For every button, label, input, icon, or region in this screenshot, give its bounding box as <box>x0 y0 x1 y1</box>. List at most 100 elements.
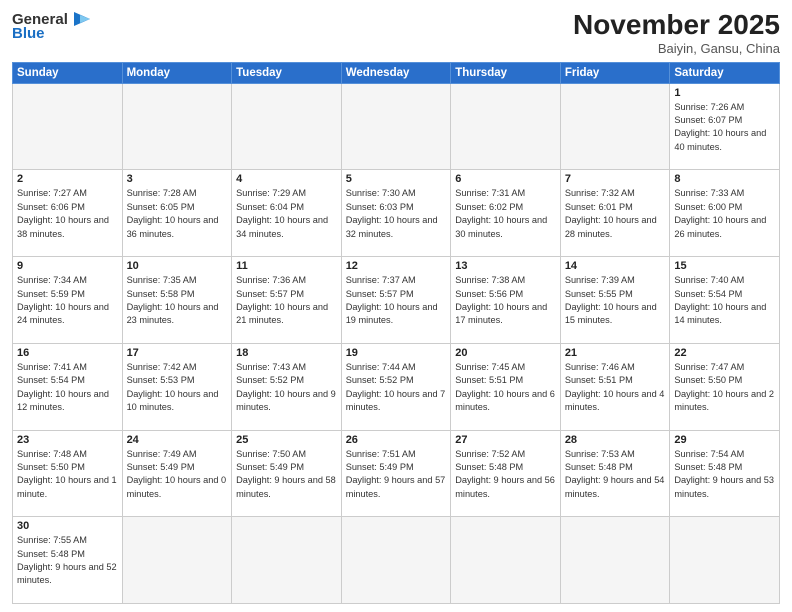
day-number: 22 <box>674 347 775 359</box>
day-number: 28 <box>565 434 666 446</box>
calendar-cell-25: 20 Sunrise: 7:45 AM Sunset: 5:51 PM Dayli… <box>451 343 561 430</box>
header-sunday: Sunday <box>13 62 123 83</box>
calendar-row-4: 23Sunrise: 7:48 AM Sunset: 5:50 PM Dayli… <box>13 430 780 517</box>
day-number: 5 <box>346 173 447 185</box>
day-info: Sunrise: 7:33 AM Sunset: 6:00 PM Dayligh… <box>674 187 775 240</box>
calendar-cell-13: 8 Sunrise: 7:33 AM Sunset: 6:00 PM Daylig… <box>670 170 780 257</box>
calendar-cell-27: 22 Sunrise: 7:47 AM Sunset: 5:50 PM Dayli… <box>670 343 780 430</box>
title-area: November 2025 Baiyin, Gansu, China <box>573 10 780 56</box>
day-info: Sunrise: 7:29 AM Sunset: 6:04 PM Dayligh… <box>236 187 337 240</box>
day-number: 8 <box>674 173 775 185</box>
calendar-row-2: 9 Sunrise: 7:34 AM Sunset: 5:59 PM Daylig… <box>13 257 780 344</box>
day-info: Sunrise: 7:54 AM Sunset: 5:48 PM Dayligh… <box>674 448 775 501</box>
day-info: Sunrise: 7:49 AM Sunset: 5:49 PM Dayligh… <box>127 448 228 501</box>
calendar-cell-40 <box>560 517 670 604</box>
calendar-row-0: 1 Sunrise: 7:26 AM Sunset: 6:07 PM Daylig… <box>13 83 780 170</box>
day-number: 29 <box>674 434 775 446</box>
header-friday: Friday <box>560 62 670 83</box>
day-number: 17 <box>127 347 228 359</box>
calendar-row-3: 16Sunrise: 7:41 AM Sunset: 5:54 PM Dayli… <box>13 343 780 430</box>
calendar-cell-12: 7 Sunrise: 7:32 AM Sunset: 6:01 PM Daylig… <box>560 170 670 257</box>
day-info: Sunrise: 7:50 AM Sunset: 5:49 PM Dayligh… <box>236 448 337 501</box>
day-info: Sunrise: 7:46 AM Sunset: 5:51 PM Dayligh… <box>565 361 666 414</box>
day-number: 9 <box>17 260 118 272</box>
calendar-cell-23: 18Sunrise: 7:43 AM Sunset: 5:52 PM Dayli… <box>232 343 342 430</box>
day-number: 26 <box>346 434 447 446</box>
calendar-cell-18: 13 Sunrise: 7:38 AM Sunset: 5:56 PM Dayli… <box>451 257 561 344</box>
calendar-cell-32: 27 Sunrise: 7:52 AM Sunset: 5:48 PM Dayli… <box>451 430 561 517</box>
day-info: Sunrise: 7:47 AM Sunset: 5:50 PM Dayligh… <box>674 361 775 414</box>
day-info: Sunrise: 7:45 AM Sunset: 5:51 PM Dayligh… <box>455 361 556 414</box>
month-title: November 2025 <box>573 10 780 41</box>
calendar-cell-29: 24 Sunrise: 7:49 AM Sunset: 5:49 PM Dayli… <box>122 430 232 517</box>
calendar: Sunday Monday Tuesday Wednesday Thursday… <box>12 62 780 604</box>
day-info: Sunrise: 7:37 AM Sunset: 5:57 PM Dayligh… <box>346 274 447 327</box>
day-number: 11 <box>236 260 337 272</box>
logo: General Blue <box>12 10 92 42</box>
header: General Blue November 2025 Baiyin, Gansu… <box>12 10 780 56</box>
day-info: Sunrise: 7:42 AM Sunset: 5:53 PM Dayligh… <box>127 361 228 414</box>
header-monday: Monday <box>122 62 232 83</box>
day-info: Sunrise: 7:52 AM Sunset: 5:48 PM Dayligh… <box>455 448 556 501</box>
day-info: Sunrise: 7:31 AM Sunset: 6:02 PM Dayligh… <box>455 187 556 240</box>
day-info: Sunrise: 7:51 AM Sunset: 5:49 PM Dayligh… <box>346 448 447 501</box>
calendar-cell-1 <box>122 83 232 170</box>
calendar-cell-9: 4Sunrise: 7:29 AM Sunset: 6:04 PM Daylig… <box>232 170 342 257</box>
calendar-cell-26: 21Sunrise: 7:46 AM Sunset: 5:51 PM Dayli… <box>560 343 670 430</box>
day-info: Sunrise: 7:39 AM Sunset: 5:55 PM Dayligh… <box>565 274 666 327</box>
header-saturday: Saturday <box>670 62 780 83</box>
day-number: 2 <box>17 173 118 185</box>
day-number: 23 <box>17 434 118 446</box>
calendar-cell-4 <box>451 83 561 170</box>
day-info: Sunrise: 7:28 AM Sunset: 6:05 PM Dayligh… <box>127 187 228 240</box>
calendar-cell-33: 28Sunrise: 7:53 AM Sunset: 5:48 PM Dayli… <box>560 430 670 517</box>
logo-blue: Blue <box>12 25 45 42</box>
day-info: Sunrise: 7:30 AM Sunset: 6:03 PM Dayligh… <box>346 187 447 240</box>
day-number: 19 <box>346 347 447 359</box>
day-number: 10 <box>127 260 228 272</box>
calendar-cell-21: 16Sunrise: 7:41 AM Sunset: 5:54 PM Dayli… <box>13 343 123 430</box>
calendar-cell-28: 23Sunrise: 7:48 AM Sunset: 5:50 PM Dayli… <box>13 430 123 517</box>
day-number: 1 <box>674 87 775 99</box>
day-info: Sunrise: 7:43 AM Sunset: 5:52 PM Dayligh… <box>236 361 337 414</box>
header-thursday: Thursday <box>451 62 561 83</box>
weekday-header-row: Sunday Monday Tuesday Wednesday Thursday… <box>13 62 780 83</box>
calendar-cell-31: 26 Sunrise: 7:51 AM Sunset: 5:49 PM Dayli… <box>341 430 451 517</box>
day-info: Sunrise: 7:41 AM Sunset: 5:54 PM Dayligh… <box>17 361 118 414</box>
calendar-cell-24: 19 Sunrise: 7:44 AM Sunset: 5:52 PM Dayli… <box>341 343 451 430</box>
day-info: Sunrise: 7:26 AM Sunset: 6:07 PM Dayligh… <box>674 101 775 154</box>
day-number: 6 <box>455 173 556 185</box>
calendar-cell-11: 6 Sunrise: 7:31 AM Sunset: 6:02 PM Daylig… <box>451 170 561 257</box>
day-number: 3 <box>127 173 228 185</box>
day-info: Sunrise: 7:32 AM Sunset: 6:01 PM Dayligh… <box>565 187 666 240</box>
calendar-cell-20: 15 Sunrise: 7:40 AM Sunset: 5:54 PM Dayli… <box>670 257 780 344</box>
calendar-cell-17: 12Sunrise: 7:37 AM Sunset: 5:57 PM Dayli… <box>341 257 451 344</box>
day-number: 24 <box>127 434 228 446</box>
calendar-cell-34: 29 Sunrise: 7:54 AM Sunset: 5:48 PM Dayli… <box>670 430 780 517</box>
day-number: 27 <box>455 434 556 446</box>
day-number: 20 <box>455 347 556 359</box>
calendar-cell-5 <box>560 83 670 170</box>
day-number: 15 <box>674 260 775 272</box>
header-tuesday: Tuesday <box>232 62 342 83</box>
logo-bird-icon <box>70 10 92 28</box>
day-info: Sunrise: 7:36 AM Sunset: 5:57 PM Dayligh… <box>236 274 337 327</box>
day-info: Sunrise: 7:34 AM Sunset: 5:59 PM Dayligh… <box>17 274 118 327</box>
calendar-cell-37 <box>232 517 342 604</box>
day-info: Sunrise: 7:38 AM Sunset: 5:56 PM Dayligh… <box>455 274 556 327</box>
day-info: Sunrise: 7:40 AM Sunset: 5:54 PM Dayligh… <box>674 274 775 327</box>
day-info: Sunrise: 7:55 AM Sunset: 5:48 PM Dayligh… <box>17 534 118 587</box>
calendar-cell-0 <box>13 83 123 170</box>
calendar-cell-19: 14Sunrise: 7:39 AM Sunset: 5:55 PM Dayli… <box>560 257 670 344</box>
calendar-cell-3 <box>341 83 451 170</box>
day-number: 13 <box>455 260 556 272</box>
calendar-cell-16: 11 Sunrise: 7:36 AM Sunset: 5:57 PM Dayli… <box>232 257 342 344</box>
calendar-cell-2 <box>232 83 342 170</box>
day-info: Sunrise: 7:35 AM Sunset: 5:58 PM Dayligh… <box>127 274 228 327</box>
calendar-cell-30: 25Sunrise: 7:50 AM Sunset: 5:49 PM Dayli… <box>232 430 342 517</box>
day-info: Sunrise: 7:44 AM Sunset: 5:52 PM Dayligh… <box>346 361 447 414</box>
page: General Blue November 2025 Baiyin, Gansu… <box>0 0 792 612</box>
calendar-cell-22: 17 Sunrise: 7:42 AM Sunset: 5:53 PM Dayli… <box>122 343 232 430</box>
calendar-cell-14: 9 Sunrise: 7:34 AM Sunset: 5:59 PM Daylig… <box>13 257 123 344</box>
day-number: 7 <box>565 173 666 185</box>
